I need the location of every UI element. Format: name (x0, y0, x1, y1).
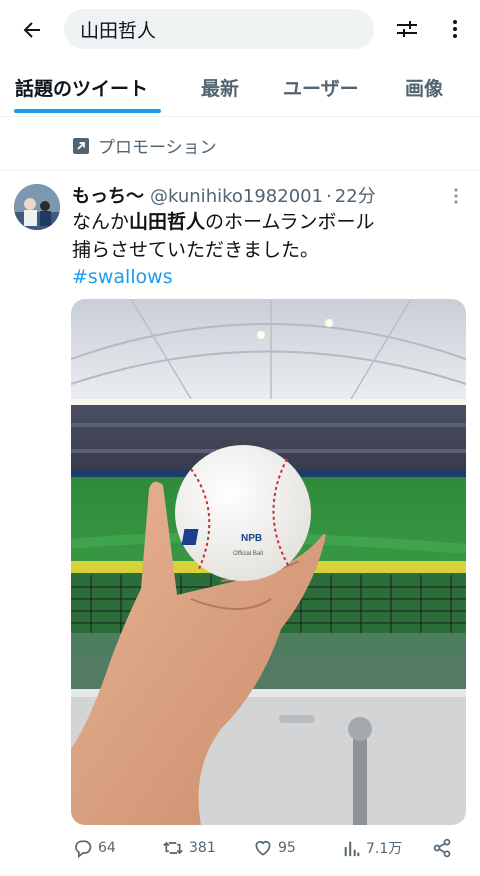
tweet-more-button[interactable] (448, 186, 464, 206)
tab-latest[interactable]: 最新 (201, 74, 239, 101)
share-icon (433, 838, 451, 858)
reply-icon (75, 840, 92, 858)
clipped-previous-content (100, 112, 430, 118)
tweet-body-line2: 捕らさせていただきました。 (72, 239, 320, 261)
like-button[interactable]: 95 (253, 838, 296, 858)
tab-media[interactable]: 画像 (405, 74, 443, 101)
tweet-photo[interactable]: NPB Official Ball (71, 299, 466, 825)
tweet-body: なんか山田哲人のホームランボール 捕らさせていただきました。 (72, 208, 472, 264)
more-options-button[interactable] (441, 14, 469, 44)
tab-people[interactable]: ユーザー (283, 74, 359, 101)
filter-icon (397, 21, 417, 37)
promoted-arrow-icon (73, 137, 89, 154)
views-button[interactable]: 7.1万 (343, 838, 402, 858)
top-bar: 山田哲人 (0, 0, 480, 60)
tweet-timestamp[interactable]: 22分 (335, 182, 376, 208)
like-count: 95 (278, 840, 296, 856)
like-icon (255, 840, 271, 856)
reply-count: 64 (98, 840, 116, 856)
search-input[interactable]: 山田哲人 (64, 9, 374, 49)
retweet-count: 381 (189, 840, 216, 856)
tab-top[interactable]: 話題のツイート (15, 74, 148, 101)
author-handle[interactable]: @kunihiko1982001 (150, 186, 323, 207)
views-count: 7.1万 (366, 841, 403, 857)
search-filter-button[interactable] (393, 14, 421, 44)
ball-logo: NPB (241, 533, 262, 544)
tweet-actions: 64 381 95 7.1万 (0, 836, 480, 864)
tweet-body-line1: なんか山田哲人のホームランボール (72, 211, 375, 233)
views-icon (344, 841, 360, 857)
hashtag-link[interactable]: #swallows (72, 266, 173, 288)
share-button[interactable] (432, 838, 457, 858)
ball-sublabel: Official Ball (233, 551, 263, 557)
promotion-label: プロモーション (72, 133, 217, 158)
highlighted-search-term: 山田哲人 (129, 211, 206, 233)
reply-button[interactable]: 64 (73, 838, 116, 858)
divider (0, 170, 480, 171)
avatar[interactable] (14, 184, 60, 230)
more-vertical-icon (453, 20, 457, 38)
separator-dot: · (326, 186, 332, 207)
tweet-header: もっち〜 @kunihiko1982001 · 22分 (72, 182, 376, 208)
more-vertical-icon (454, 188, 458, 204)
retweet-icon (163, 841, 183, 855)
author-name[interactable]: もっち〜 (72, 182, 144, 208)
retweet-button[interactable]: 381 (162, 838, 216, 858)
back-arrow-icon (23, 22, 40, 38)
search-query: 山田哲人 (80, 19, 157, 42)
back-button[interactable] (16, 14, 48, 46)
promotion-text: プロモーション (98, 138, 217, 158)
